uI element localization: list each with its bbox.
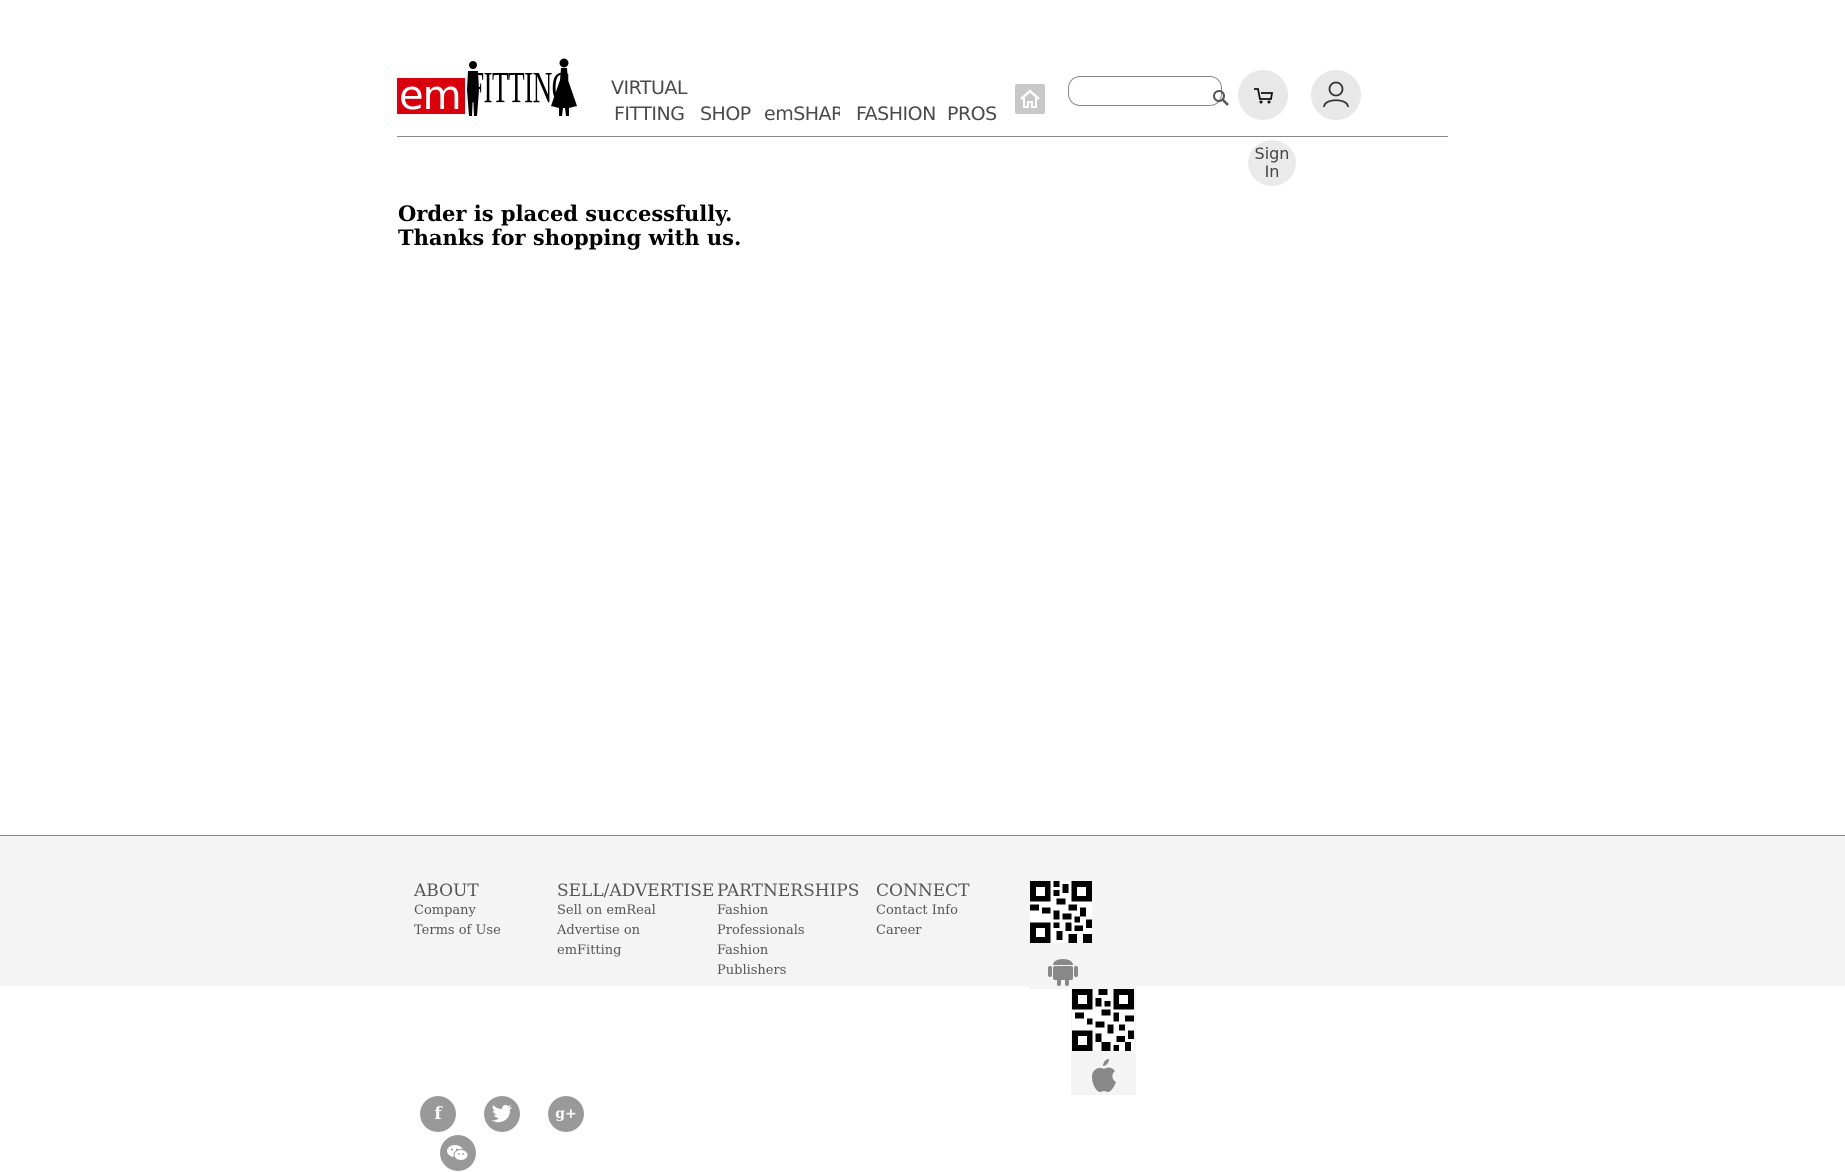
wechat-button[interactable] xyxy=(440,1135,476,1171)
footer-link-fashion-pros[interactable]: Fashion xyxy=(717,901,859,921)
footer-about-column: ABOUT Company Terms of Use xyxy=(414,881,501,941)
search-box[interactable] xyxy=(1068,76,1222,106)
footer-link-fashion-pubs-2[interactable]: Publishers xyxy=(717,961,859,981)
ios-app-block[interactable] xyxy=(1071,985,1136,1095)
nav-emshare[interactable]: emSHARE xyxy=(764,103,840,125)
header-divider xyxy=(397,136,1448,137)
android-app-block[interactable] xyxy=(1029,877,1094,989)
footer-link-fashion-pros-2[interactable]: Professionals xyxy=(717,921,859,941)
google-plus-icon: g+ xyxy=(555,1106,577,1122)
home-button[interactable] xyxy=(1015,84,1045,114)
site-logo[interactable]: em FITTING xyxy=(397,58,579,118)
home-icon xyxy=(1020,89,1040,108)
footer-link-contact[interactable]: Contact Info xyxy=(876,901,969,921)
nav-virtual-fitting[interactable]: VIRTUAL xyxy=(611,77,688,99)
wechat-icon xyxy=(447,1145,469,1161)
google-plus-button[interactable]: g+ xyxy=(548,1096,584,1132)
android-icon xyxy=(1048,959,1078,986)
user-icon xyxy=(1323,81,1349,108)
facebook-icon: f xyxy=(434,1104,442,1124)
footer-link-fashion-pubs[interactable]: Fashion xyxy=(717,941,859,961)
footer-connect-title: CONNECT xyxy=(876,881,970,901)
nav-fashion[interactable]: FASHION xyxy=(856,103,936,125)
footer-connect-column: CONNECT Contact Info Career xyxy=(876,881,969,941)
cart-button[interactable] xyxy=(1238,70,1288,120)
logo-lady-figure-icon xyxy=(551,58,577,116)
search-icon[interactable] xyxy=(1212,89,1230,107)
footer-link-advertise-2[interactable]: emFitting xyxy=(557,941,714,961)
footer-sell-column: SELL/ADVERTISE Sell on emReal Advertise … xyxy=(557,881,714,961)
apple-icon xyxy=(1092,1059,1116,1092)
nav-virtual-fitting-2[interactable]: FITTING xyxy=(614,103,685,125)
footer-link-terms[interactable]: Terms of Use xyxy=(414,921,501,941)
footer-partnerships-title: PARTNERSHIPS xyxy=(717,881,860,901)
sign-in-label-2: In xyxy=(1264,162,1280,181)
footer-link-career[interactable]: Career xyxy=(876,921,969,941)
twitter-icon xyxy=(491,1105,512,1123)
footer-link-advertise[interactable]: Advertise on xyxy=(557,921,714,941)
search-input[interactable] xyxy=(1077,77,1211,103)
twitter-button[interactable] xyxy=(484,1096,520,1132)
footer-link-company[interactable]: Company xyxy=(414,901,501,921)
footer-link-sell[interactable]: Sell on emReal xyxy=(557,901,714,921)
nav-pros[interactable]: PROS xyxy=(947,103,997,125)
facebook-button[interactable]: f xyxy=(420,1096,456,1132)
nav-shop[interactable]: SHOP xyxy=(700,103,751,125)
ios-qr-code-icon xyxy=(1072,989,1134,1051)
sign-in-label-1: Sign xyxy=(1254,144,1290,163)
order-confirmation-message: Order is placed successfully. Thanks for… xyxy=(398,202,741,250)
android-qr-code-icon xyxy=(1030,881,1092,943)
cart-icon xyxy=(1254,88,1274,104)
confirmation-line-1: Order is placed successfully. xyxy=(398,201,733,226)
user-account-button[interactable] xyxy=(1311,70,1361,120)
footer-sell-title: SELL/ADVERTISE xyxy=(557,881,715,901)
logo-em-text: em xyxy=(397,76,465,116)
footer-partnerships-column: PARTNERSHIPS Fashion Professionals Fashi… xyxy=(717,881,859,981)
footer-about-title: ABOUT xyxy=(414,881,479,901)
confirmation-line-2: Thanks for shopping with us. xyxy=(398,225,742,250)
sign-in-button[interactable]: Sign In xyxy=(1248,140,1296,186)
